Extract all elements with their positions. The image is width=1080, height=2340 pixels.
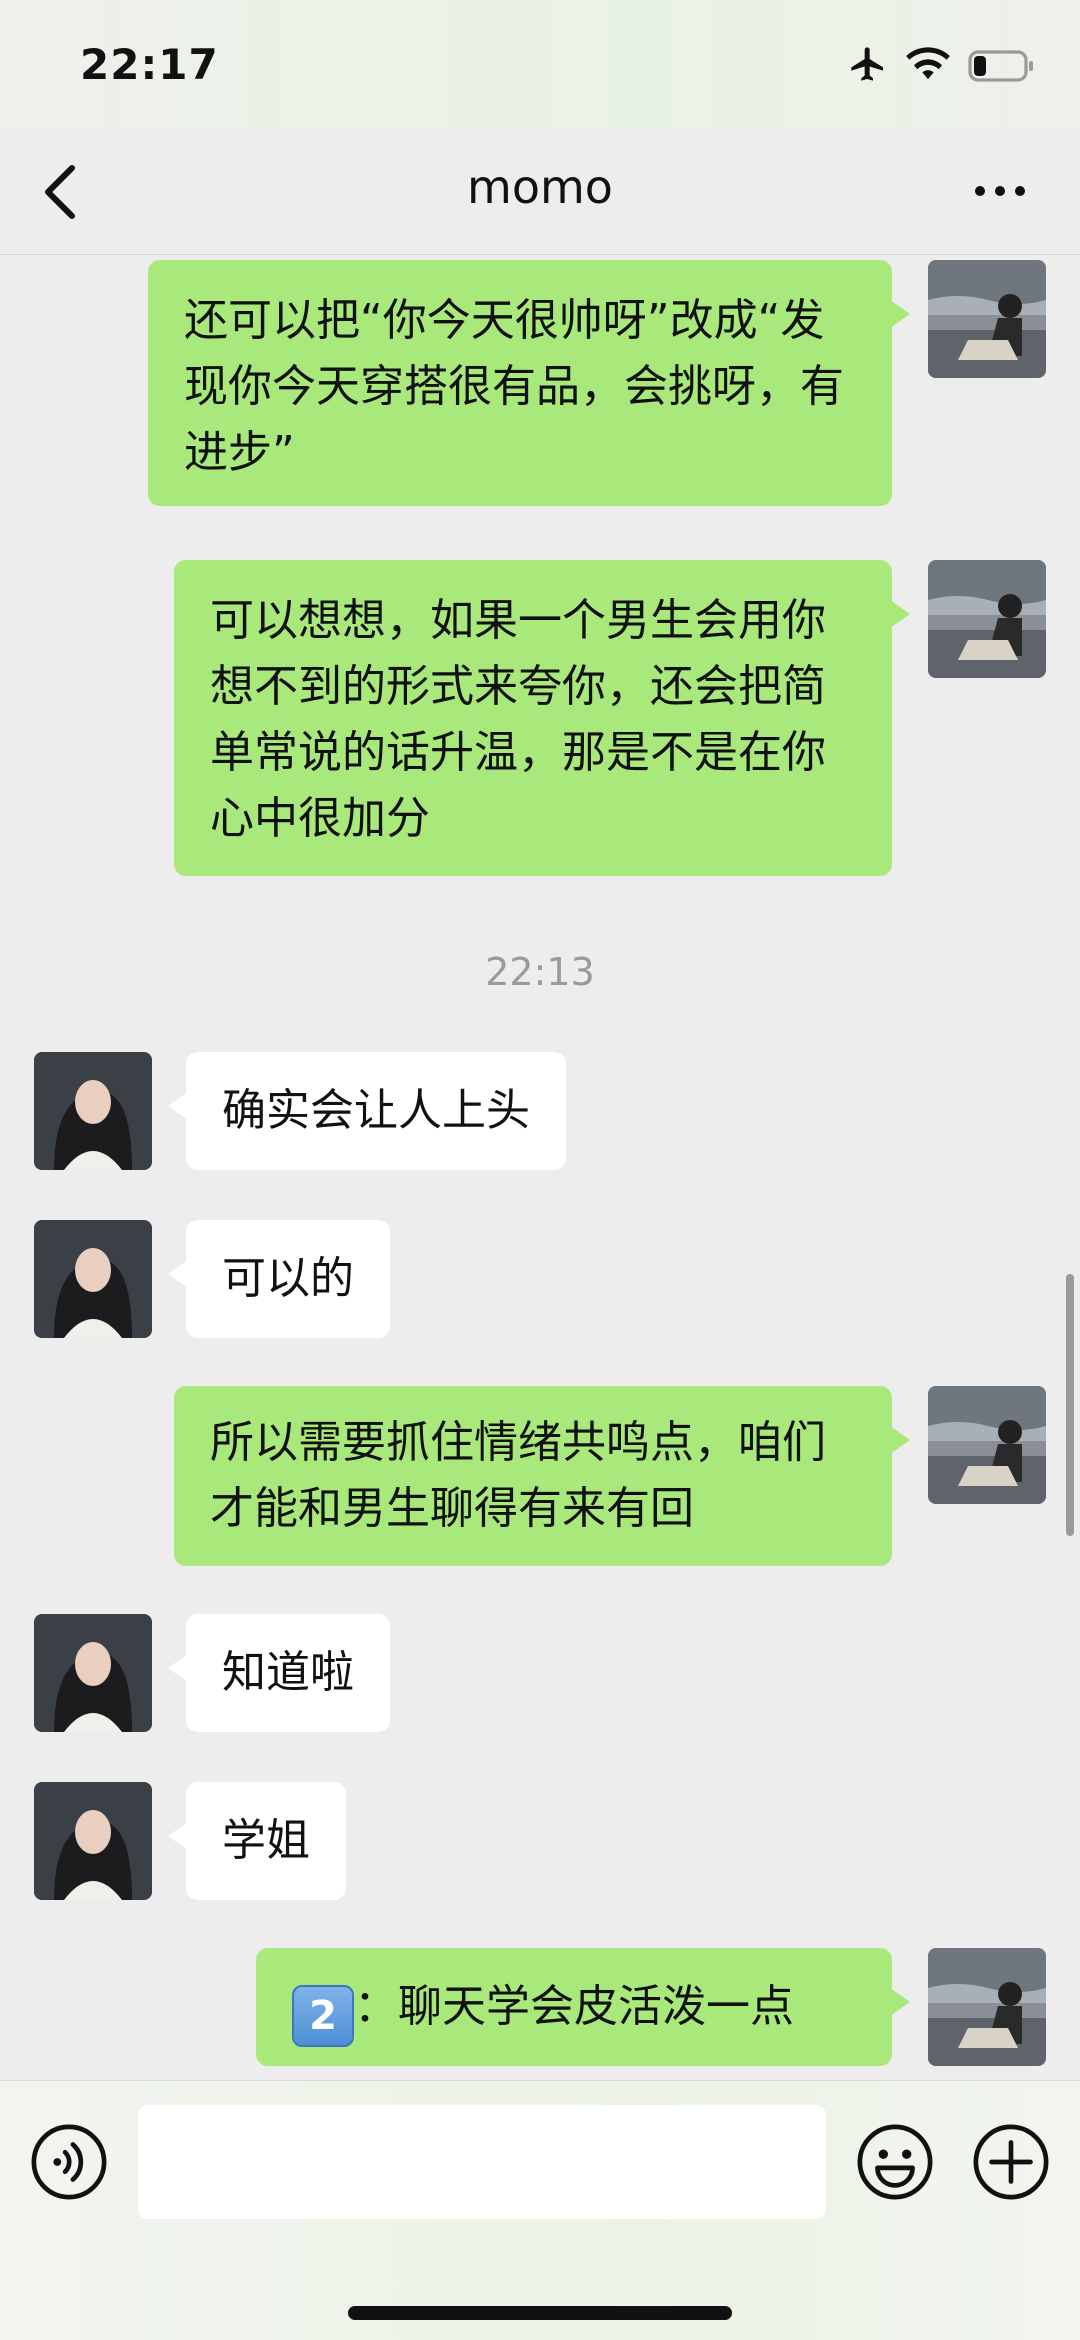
my-avatar[interactable]: [928, 1386, 1046, 1504]
my-avatar[interactable]: [928, 1948, 1046, 2066]
outgoing-message[interactable]: 所以需要抓住情绪共鸣点，咱们才能和男生聊得有来有回: [174, 1386, 910, 1566]
chat-header: momo: [0, 130, 1080, 255]
chat-title: momo: [467, 160, 613, 214]
scrollbar[interactable]: [1066, 1274, 1074, 1536]
battery-icon: [968, 50, 1033, 82]
home-indicator[interactable]: [348, 2306, 732, 2320]
contact-avatar[interactable]: [34, 1220, 152, 1338]
input-bar: [0, 2080, 1080, 2340]
message-timestamp: 22:13: [485, 950, 595, 994]
message-text: ：聊天学会皮活泼一点: [354, 1981, 794, 2032]
message-list[interactable]: 还可以把“你今天很帅呀”改成“发现你今天穿搭很有品，会挑呀，有进步” 可以想想，…: [0, 254, 1080, 2080]
my-avatar[interactable]: [928, 560, 1046, 678]
wifi-icon: [906, 47, 950, 80]
contact-avatar[interactable]: [34, 1614, 152, 1732]
message-input[interactable]: [138, 2105, 826, 2219]
incoming-message[interactable]: 确实会让人上头: [168, 1052, 566, 1170]
keycap-emoji: 2: [292, 1985, 354, 2047]
outgoing-message[interactable]: 可以想想，如果一个男生会用你想不到的形式来夸你，还会把简单常说的话升温，那是不是…: [174, 560, 910, 876]
contact-avatar[interactable]: [34, 1052, 152, 1170]
status-bar: 22:17: [0, 0, 1080, 130]
more-options-icon[interactable]: [970, 176, 1030, 206]
voice-input-icon[interactable]: [30, 2123, 108, 2201]
incoming-message[interactable]: 知道啦: [168, 1614, 390, 1732]
incoming-message[interactable]: 学姐: [168, 1782, 346, 1900]
add-more-icon[interactable]: [972, 2123, 1050, 2201]
incoming-message[interactable]: 可以的: [168, 1220, 390, 1338]
emoji-icon[interactable]: [856, 2123, 934, 2201]
contact-avatar[interactable]: [34, 1782, 152, 1900]
my-avatar[interactable]: [928, 260, 1046, 378]
airplane-mode-icon: [851, 47, 883, 81]
status-time: 22:17: [80, 40, 219, 89]
outgoing-message[interactable]: 还可以把“你今天很帅呀”改成“发现你今天穿搭很有品，会挑呀，有进步”: [148, 260, 910, 506]
outgoing-message[interactable]: 2 ：聊天学会皮活泼一点: [256, 1948, 910, 2066]
